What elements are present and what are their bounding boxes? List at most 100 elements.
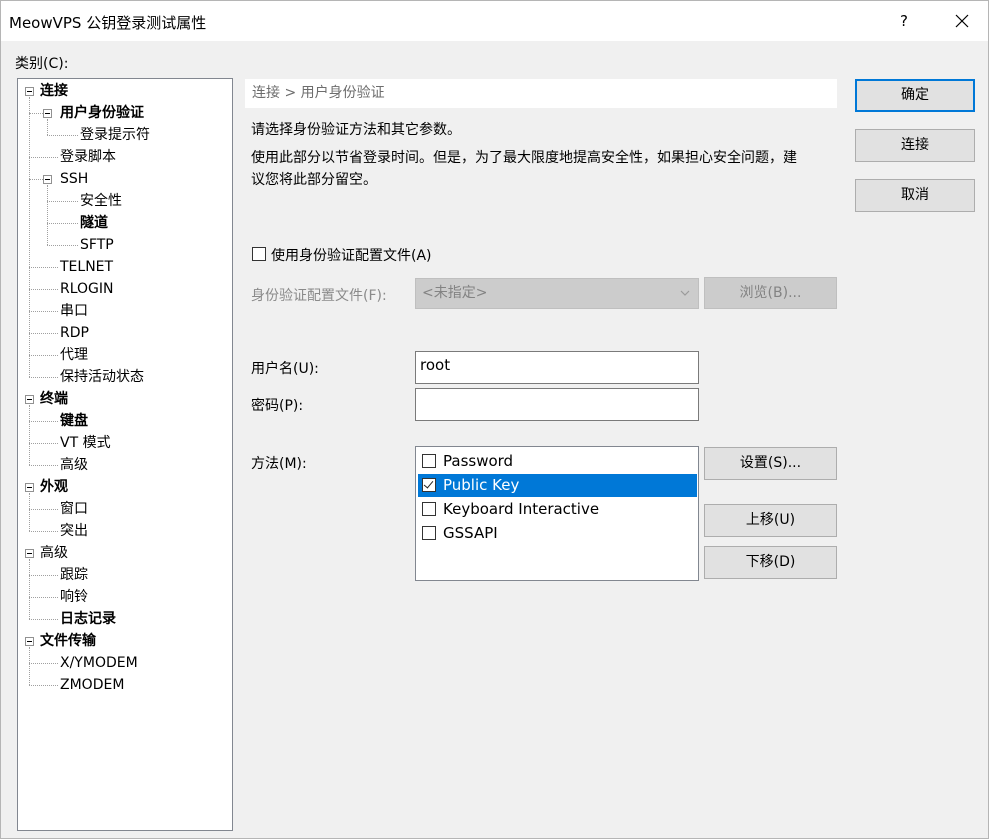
browse-button[interactable]: 浏览(B)... (704, 277, 837, 309)
method-label-public-key: Public Key (443, 476, 520, 494)
cancel-button[interactable]: 取消 (855, 179, 975, 212)
use-profile-checkbox[interactable] (252, 247, 266, 261)
tree-collapse-icon[interactable] (25, 483, 34, 492)
tree-connector (29, 531, 58, 532)
tree-connector (29, 663, 58, 664)
properties-dialog: MeowVPS 公钥登录测试属性 ? 类别(C): 连接 用户身份验证 登录提示符登… (0, 0, 989, 839)
tree-collapse-icon[interactable] (25, 395, 34, 404)
profile-select-value: <未指定> (422, 285, 488, 301)
method-checkbox-public-key[interactable] (422, 478, 436, 492)
tree-item-11[interactable]: RDP (60, 322, 89, 344)
tree-connector (29, 377, 58, 378)
method-label-gssapi: GSSAPI (443, 524, 498, 542)
tree-connector (29, 289, 58, 290)
tree-connector (29, 685, 58, 686)
tree-connector (29, 493, 30, 531)
ok-button[interactable]: 确定 (855, 79, 975, 112)
tree-item-19[interactable]: 窗口 (60, 498, 88, 520)
tree-item-16[interactable]: VT 模式 (60, 432, 111, 454)
move-down-button[interactable]: 下移(D) (704, 546, 837, 579)
method-item-public-key[interactable]: Public Key (418, 474, 697, 497)
tree-item-13[interactable]: 保持活动状态 (60, 366, 144, 388)
tree-item-15[interactable]: 键盘 (60, 410, 88, 432)
method-item-keyboard-interactive[interactable]: Keyboard Interactive (418, 498, 697, 521)
tree-item-18[interactable]: 外观 (40, 476, 68, 498)
tree-connector (29, 647, 30, 685)
method-checkbox-password[interactable] (422, 454, 436, 468)
tree-connector (29, 333, 58, 334)
tree-connector (29, 421, 58, 422)
tree-item-6[interactable]: 隧道 (80, 212, 108, 234)
tree-connector (29, 619, 58, 620)
profile-select[interactable]: <未指定> (415, 278, 699, 309)
connect-button[interactable]: 连接 (855, 129, 975, 162)
method-label-password: Password (443, 452, 514, 470)
tree-collapse-icon[interactable] (43, 175, 52, 184)
tree-item-1[interactable]: 用户身份验证 (60, 102, 144, 124)
description-line-2: 使用此部分以节省登录时间。但是，为了最大限度地提高安全性，如果担心安全问题，建 (251, 150, 797, 166)
method-settings-button[interactable]: 设置(S)... (704, 447, 837, 480)
tree-collapse-icon[interactable] (25, 549, 34, 558)
tree-item-12[interactable]: 代理 (60, 344, 88, 366)
tree-item-26[interactable]: X/YMODEM (60, 652, 138, 674)
tree-item-9[interactable]: RLOGIN (60, 278, 114, 300)
tree-connector (47, 245, 78, 246)
move-up-button[interactable]: 上移(U) (704, 504, 837, 537)
password-label: 密码(P): (251, 398, 304, 414)
tree-item-4[interactable]: SSH (60, 168, 88, 190)
close-button[interactable] (937, 1, 987, 41)
tree-item-20[interactable]: 突出 (60, 520, 88, 542)
method-checkbox-keyboard-interactive[interactable] (422, 502, 436, 516)
category-tree[interactable]: 连接 用户身份验证 登录提示符 登录脚本 SSH 安全性 隧道 SFTP TELNET RLOGI… (17, 78, 233, 831)
tree-item-21[interactable]: 高级 (40, 542, 68, 564)
tree-item-14[interactable]: 终端 (40, 388, 68, 410)
tree-item-5[interactable]: 安全性 (80, 190, 122, 212)
tree-collapse-icon[interactable] (43, 109, 52, 118)
method-item-gssapi[interactable]: GSSAPI (418, 522, 697, 545)
tree-connector (29, 311, 58, 312)
tree-connector (47, 119, 48, 135)
tree-collapse-icon[interactable] (25, 87, 34, 96)
username-field[interactable]: root (415, 351, 699, 384)
tree-item-23[interactable]: 响铃 (60, 586, 88, 608)
tree-connector (29, 179, 43, 180)
category-label: 类别(C): (15, 56, 69, 72)
tree-connector (29, 509, 58, 510)
tree-collapse-icon[interactable] (25, 637, 34, 646)
tree-item-27[interactable]: ZMODEM (60, 674, 124, 696)
tree-connector (29, 575, 58, 576)
method-checkbox-gssapi[interactable] (422, 526, 436, 540)
window-title: MeowVPS 公钥登录测试属性 (9, 14, 207, 32)
tree-item-24[interactable]: 日志记录 (60, 608, 116, 630)
title-bar: MeowVPS 公钥登录测试属性 ? (1, 1, 988, 41)
tree-item-3[interactable]: 登录脚本 (60, 146, 116, 168)
method-item-password[interactable]: Password (418, 450, 697, 473)
tree-connector (29, 355, 58, 356)
password-field[interactable] (415, 388, 699, 421)
close-icon (955, 14, 969, 28)
tree-item-8[interactable]: TELNET (60, 256, 113, 278)
method-list[interactable]: Password Public Key Keyboard Interactive… (415, 446, 699, 581)
tree-item-22[interactable]: 跟踪 (60, 564, 88, 586)
tree-item-2[interactable]: 登录提示符 (80, 124, 150, 146)
chevron-down-icon (680, 290, 690, 296)
method-label: 方法(M): (251, 456, 307, 472)
tree-connector (29, 559, 30, 619)
tree-item-25[interactable]: 文件传输 (40, 630, 96, 652)
tree-connector (47, 185, 48, 245)
tree-connector (29, 443, 58, 444)
tree-connector (29, 465, 58, 466)
tree-connector (29, 157, 58, 158)
description-line-3: 议您将此部分留空。 (251, 172, 377, 188)
breadcrumb: 连接 > 用户身份验证 (245, 79, 837, 108)
use-profile-label[interactable]: 使用身份验证配置文件(A) (271, 245, 432, 265)
tree-connector (29, 267, 58, 268)
tree-connector (29, 97, 30, 377)
tree-item-17[interactable]: 高级 (60, 454, 88, 476)
tree-item-7[interactable]: SFTP (80, 234, 114, 256)
tree-item-10[interactable]: 串口 (60, 300, 88, 322)
tree-connector (29, 405, 30, 465)
method-label-keyboard-interactive: Keyboard Interactive (443, 500, 600, 518)
tree-item-0[interactable]: 连接 (40, 80, 68, 102)
help-button[interactable]: ? (881, 1, 927, 41)
